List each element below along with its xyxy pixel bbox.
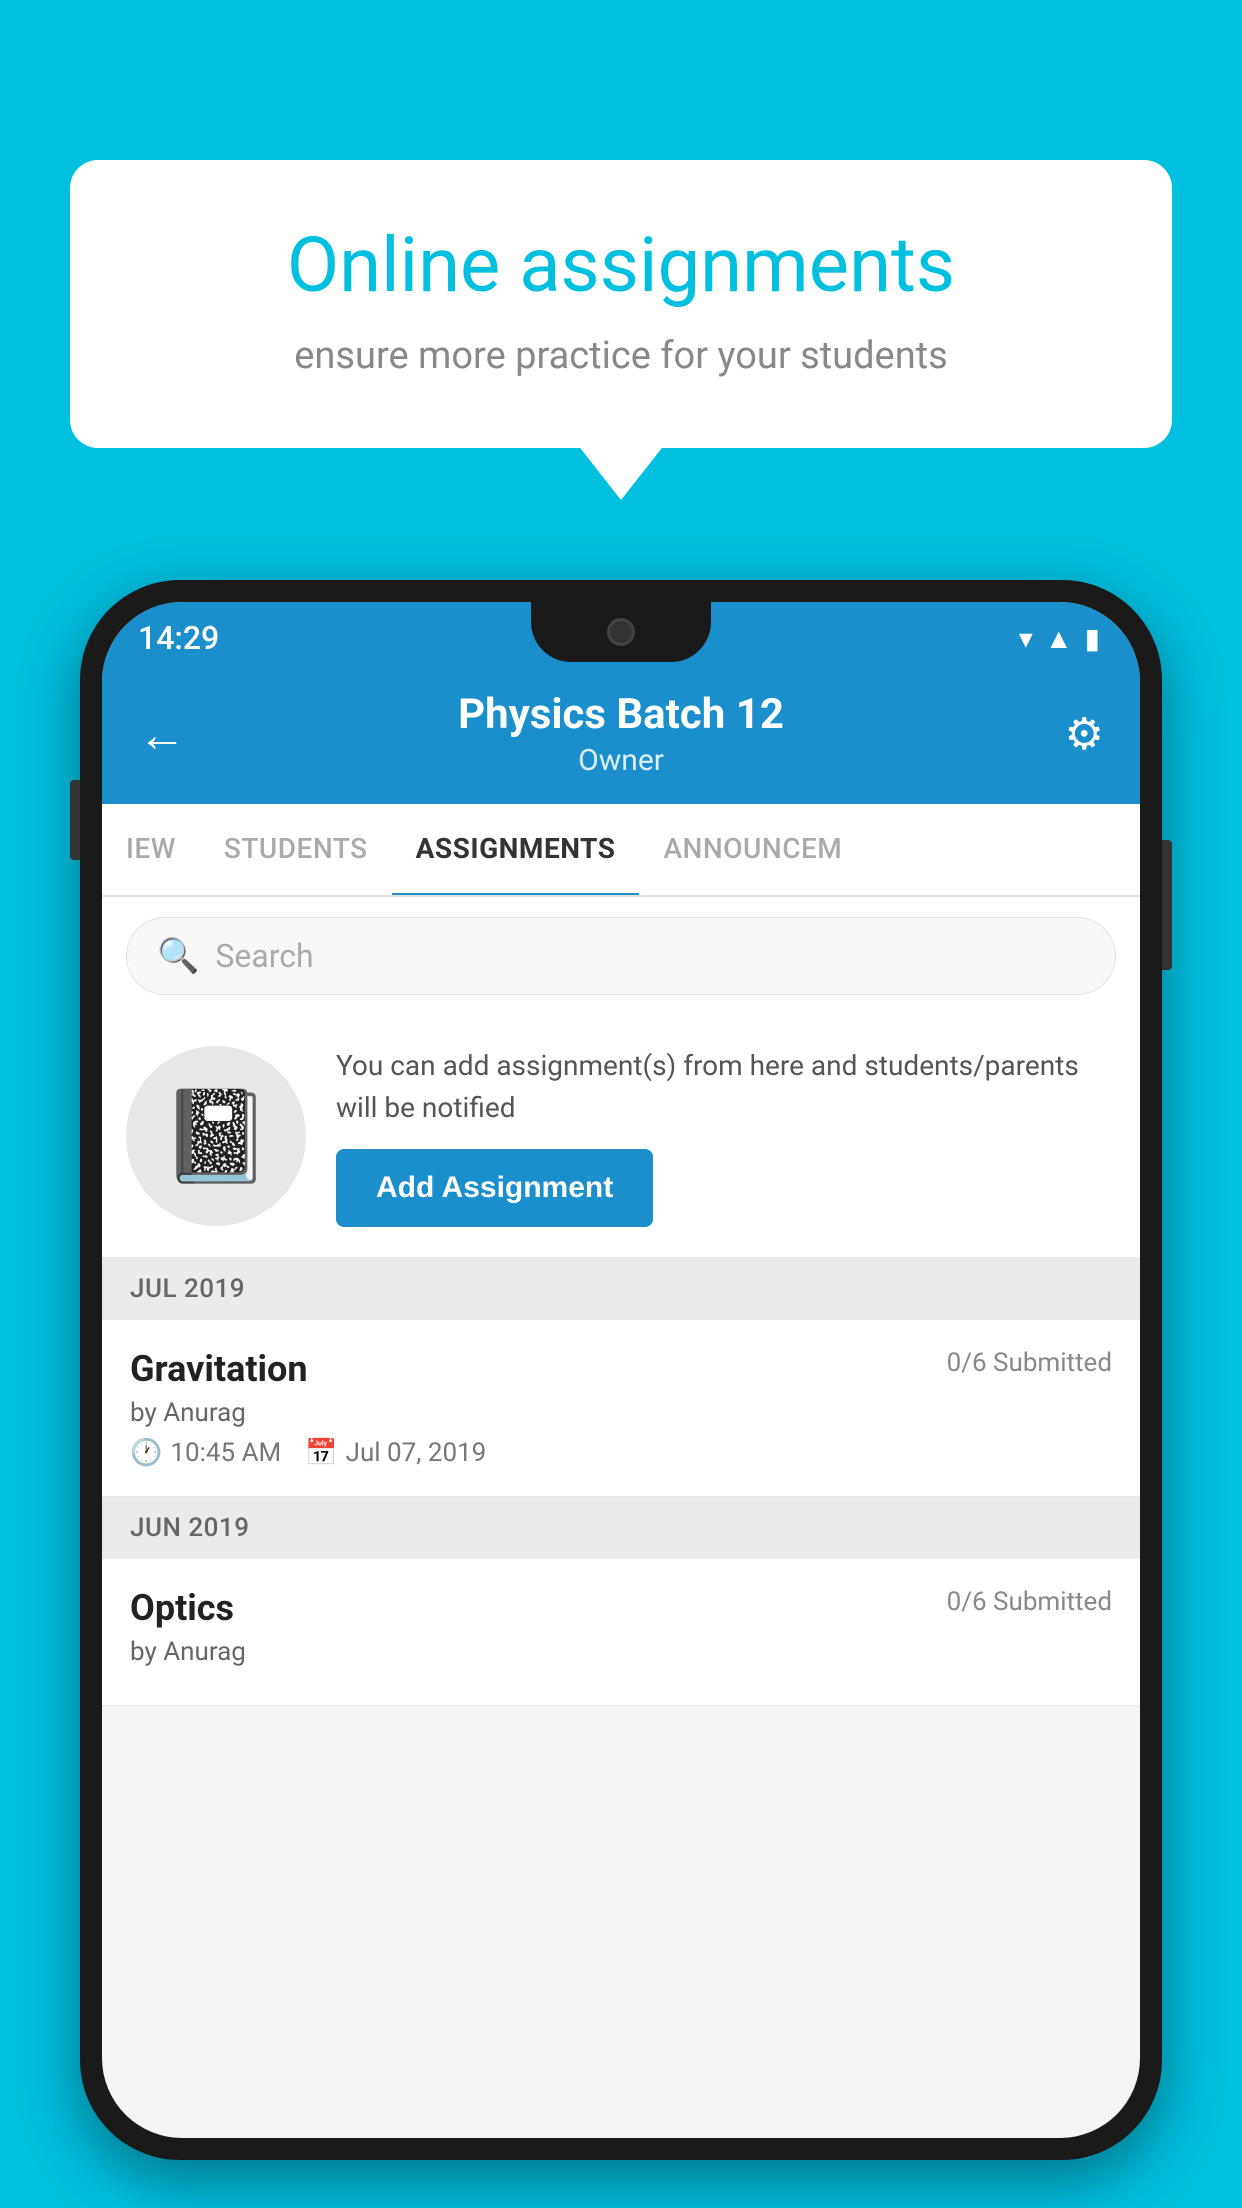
battery-icon: ▮ (1085, 622, 1100, 655)
assignment-author-optics: by Anurag (130, 1637, 1112, 1667)
promo-icon-circle: 📓 (126, 1046, 306, 1226)
promo-section: 📓 You can add assignment(s) from here an… (102, 1015, 1140, 1258)
promo-content: You can add assignment(s) from here and … (336, 1045, 1116, 1227)
tab-bar: IEW STUDENTS ASSIGNMENTS ANNOUNCEM (102, 804, 1140, 897)
add-assignment-button[interactable]: Add Assignment (336, 1149, 653, 1227)
assignment-time-value: 10:45 AM (170, 1438, 281, 1468)
phone-frame: 14:29 ▾ ▲ ▮ ← Physics Batch 12 Owner ⚙ I… (80, 580, 1162, 2208)
power-button (1162, 840, 1172, 970)
assignment-item-gravitation[interactable]: Gravitation 0/6 Submitted by Anurag 🕐 10… (102, 1320, 1140, 1497)
phone-outer: 14:29 ▾ ▲ ▮ ← Physics Batch 12 Owner ⚙ I… (80, 580, 1162, 2160)
assignment-meta-gravitation: 🕐 10:45 AM 📅 Jul 07, 2019 (130, 1438, 1112, 1468)
tab-iew[interactable]: IEW (102, 804, 200, 895)
month-label-jun: JUN 2019 (130, 1513, 249, 1543)
search-icon: 🔍 (157, 936, 199, 976)
calendar-icon: 📅 (305, 1438, 337, 1468)
clock-icon: 🕐 (130, 1438, 162, 1468)
settings-button[interactable]: ⚙ (1044, 708, 1104, 760)
promo-text: You can add assignment(s) from here and … (336, 1045, 1116, 1129)
assignment-date: 📅 Jul 07, 2019 (305, 1438, 486, 1468)
search-input-wrapper[interactable]: 🔍 Search (126, 917, 1116, 995)
month-label-jul: JUL 2019 (130, 1274, 245, 1304)
speech-bubble: Online assignments ensure more practice … (70, 160, 1172, 448)
assignment-submitted-optics: 0/6 Submitted (947, 1587, 1112, 1617)
search-bar: 🔍 Search (102, 897, 1140, 1015)
status-icons: ▾ ▲ ▮ (1019, 622, 1100, 655)
assignment-title-gravitation: Gravitation (130, 1348, 308, 1390)
phone-screen: 14:29 ▾ ▲ ▮ ← Physics Batch 12 Owner ⚙ I… (102, 602, 1140, 2138)
tab-students[interactable]: STUDENTS (200, 804, 392, 895)
signal-icon: ▲ (1045, 622, 1073, 655)
wifi-icon: ▾ (1019, 622, 1033, 655)
assignment-author-gravitation: by Anurag (130, 1398, 1112, 1428)
assignment-top-optics: Optics 0/6 Submitted (130, 1587, 1112, 1629)
back-button[interactable]: ← (138, 706, 198, 763)
month-header-jul: JUL 2019 (102, 1258, 1140, 1320)
phone-notch (531, 602, 711, 662)
status-time: 14:29 (138, 619, 219, 657)
speech-bubble-subtitle: ensure more practice for your students (140, 334, 1102, 378)
speech-bubble-container: Online assignments ensure more practice … (70, 160, 1172, 448)
assignment-title-optics: Optics (130, 1587, 234, 1629)
assignment-time: 🕐 10:45 AM (130, 1438, 281, 1468)
header-subtitle: Owner (198, 743, 1044, 778)
tab-assignments[interactable]: ASSIGNMENTS (392, 804, 640, 897)
header-center: Physics Batch 12 Owner (198, 690, 1044, 778)
header-title: Physics Batch 12 (198, 690, 1044, 739)
volume-button (70, 780, 80, 860)
phone-camera (607, 618, 635, 646)
assignment-date-value: Jul 07, 2019 (346, 1438, 487, 1468)
app-header: ← Physics Batch 12 Owner ⚙ (102, 674, 1140, 804)
month-header-jun: JUN 2019 (102, 1497, 1140, 1559)
assignment-item-optics[interactable]: Optics 0/6 Submitted by Anurag (102, 1559, 1140, 1706)
search-placeholder: Search (215, 937, 313, 975)
tab-announcements[interactable]: ANNOUNCEM (639, 804, 866, 895)
notebook-icon: 📓 (160, 1084, 272, 1189)
assignment-submitted-gravitation: 0/6 Submitted (947, 1348, 1112, 1378)
speech-bubble-title: Online assignments (140, 220, 1102, 310)
assignment-top: Gravitation 0/6 Submitted (130, 1348, 1112, 1390)
